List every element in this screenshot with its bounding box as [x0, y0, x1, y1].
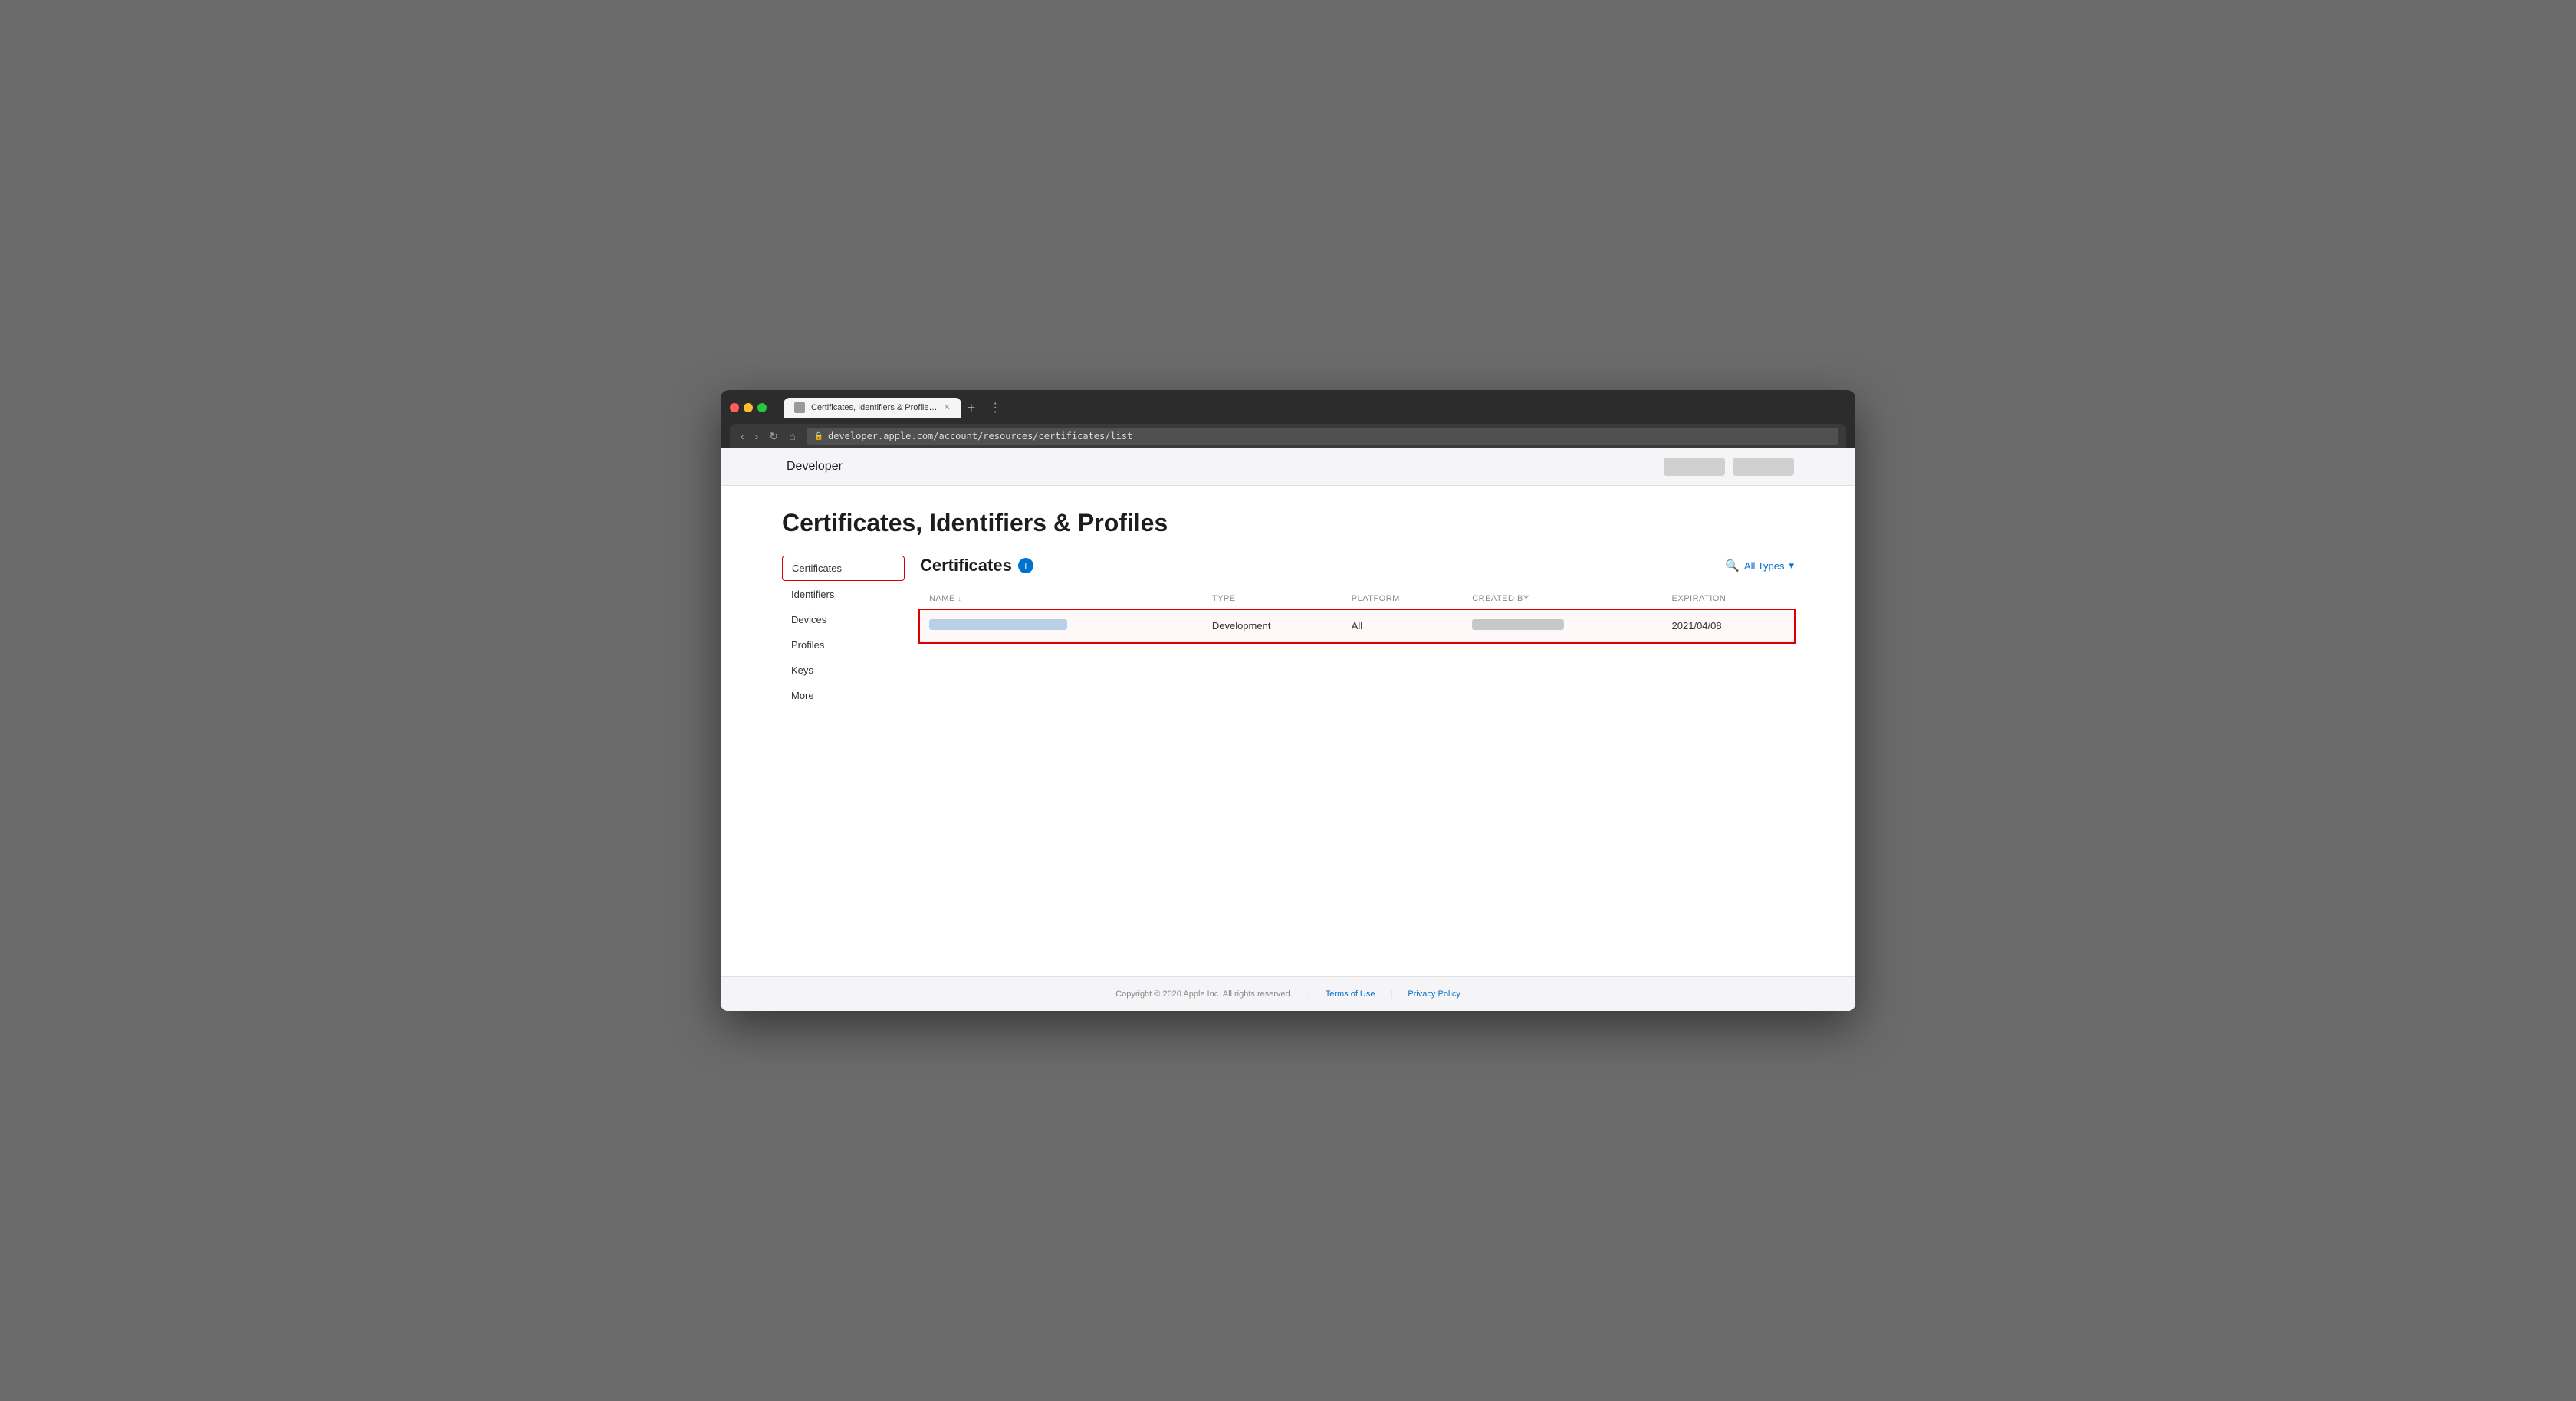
add-certificate-button[interactable]: + — [1018, 558, 1033, 573]
privacy-policy-link[interactable]: Privacy Policy — [1408, 989, 1460, 999]
sidebar-devices-label: Devices — [791, 614, 826, 625]
sidebar-item-keys[interactable]: Keys — [782, 658, 905, 682]
header-actions — [1664, 458, 1794, 476]
browser-chrome: Certificates, Identifiers & Profile… ✕ +… — [721, 390, 1855, 448]
cell-type: Development — [1203, 610, 1342, 642]
traffic-light-yellow[interactable] — [744, 403, 753, 412]
site-header: Developer — [721, 448, 1855, 486]
cell-name — [920, 610, 1203, 642]
footer-divider-2: | — [1391, 989, 1393, 999]
traffic-lights — [730, 403, 767, 412]
page-content: Developer Certificates, Identifiers & Pr… — [721, 448, 1855, 1011]
plus-icon: + — [1023, 560, 1029, 571]
panel-header: Certificates + 🔍 All Types ▾ — [920, 556, 1794, 576]
page-title: Certificates, Identifiers & Profiles — [782, 509, 1794, 537]
sidebar-item-more[interactable]: More — [782, 684, 905, 707]
col-platform-label: PLATFORM — [1352, 594, 1400, 603]
created-by-placeholder — [1472, 619, 1564, 630]
table-row[interactable]: Development All 2021/04/08 — [920, 610, 1794, 642]
sidebar-certificates-label: Certificates — [792, 563, 842, 574]
header-btn-2[interactable] — [1733, 458, 1794, 476]
traffic-light-red[interactable] — [730, 403, 739, 412]
traffic-light-green[interactable] — [757, 403, 767, 412]
panel-title: Certificates — [920, 556, 1012, 576]
forward-button[interactable]: › — [752, 428, 762, 444]
col-type-label: TYPE — [1212, 594, 1236, 603]
sidebar-item-certificates[interactable]: Certificates — [782, 556, 905, 581]
back-button[interactable]: ‹ — [738, 428, 748, 444]
tab-close-button[interactable]: ✕ — [943, 404, 950, 412]
expiration-value: 2021/04/08 — [1672, 620, 1722, 632]
home-button[interactable]: ⌂ — [786, 428, 798, 444]
search-icon[interactable]: 🔍 — [1725, 559, 1740, 573]
footer-divider-1: | — [1308, 989, 1310, 999]
col-created-by-label: CREATED BY — [1472, 594, 1529, 603]
cell-expiration: 2021/04/08 — [1663, 610, 1794, 642]
refresh-button[interactable]: ↻ — [766, 428, 781, 445]
sidebar: Certificates Identifiers Devices Profile… — [782, 556, 905, 709]
filter-label: All Types — [1744, 560, 1785, 572]
developer-label: Developer — [787, 460, 843, 474]
terms-of-use-link[interactable]: Terms of Use — [1326, 989, 1375, 999]
cell-created-by — [1463, 610, 1662, 642]
sidebar-more-label: More — [791, 690, 814, 701]
new-tab-button[interactable]: + — [963, 401, 981, 415]
sidebar-keys-label: Keys — [791, 664, 813, 676]
sidebar-identifiers-label: Identifiers — [791, 589, 834, 600]
table-header-row: NAME ↓ TYPE PLATFORM CREA — [920, 588, 1794, 610]
sidebar-profiles-label: Profiles — [791, 639, 824, 651]
filter-row[interactable]: 🔍 All Types ▾ — [1725, 559, 1794, 573]
active-tab[interactable]: Certificates, Identifiers & Profile… ✕ — [784, 398, 961, 418]
col-platform: PLATFORM — [1342, 588, 1463, 610]
url-text: developer.apple.com/account/resources/ce… — [828, 431, 1132, 441]
col-expiration: EXPIRATION — [1663, 588, 1794, 610]
browser-top-bar: Certificates, Identifiers & Profile… ✕ +… — [730, 398, 1846, 418]
certificates-table: NAME ↓ TYPE PLATFORM CREA — [920, 588, 1794, 642]
main-panel: Certificates + 🔍 All Types ▾ — [905, 556, 1794, 642]
copyright-text: Copyright © 2020 Apple Inc. All rights r… — [1116, 989, 1293, 999]
col-name: NAME ↓ — [920, 588, 1203, 610]
filter-arrow-icon: ▾ — [1789, 559, 1794, 572]
panel-title-row: Certificates + — [920, 556, 1033, 576]
lock-icon: 🔒 — [814, 432, 823, 441]
sidebar-item-identifiers[interactable]: Identifiers — [782, 582, 905, 606]
browser-menu-button[interactable]: ⋮ — [986, 399, 1004, 417]
apple-developer-logo: Developer — [782, 460, 843, 474]
cell-platform: All — [1342, 610, 1463, 642]
sidebar-item-profiles[interactable]: Profiles — [782, 633, 905, 657]
tab-favicon — [794, 402, 805, 413]
content-layout: Certificates Identifiers Devices Profile… — [782, 556, 1794, 709]
header-btn-1[interactable] — [1664, 458, 1725, 476]
browser-window: Certificates, Identifiers & Profile… ✕ +… — [721, 390, 1855, 1011]
address-bar[interactable]: 🔒 developer.apple.com/account/resources/… — [807, 428, 1838, 445]
address-bar-row: ‹ › ↻ ⌂ 🔒 developer.apple.com/account/re… — [730, 424, 1846, 448]
site-footer: Copyright © 2020 Apple Inc. All rights r… — [721, 976, 1855, 1011]
name-value-placeholder — [929, 619, 1067, 630]
sidebar-item-devices[interactable]: Devices — [782, 608, 905, 632]
type-value: Development — [1212, 620, 1271, 632]
tab-bar: Certificates, Identifiers & Profile… ✕ + — [784, 398, 980, 418]
col-expiration-label: EXPIRATION — [1672, 594, 1727, 603]
tab-title: Certificates, Identifiers & Profile… — [811, 403, 937, 412]
col-type: TYPE — [1203, 588, 1342, 610]
platform-value: All — [1352, 620, 1362, 632]
main-content: Certificates, Identifiers & Profiles Cer… — [721, 486, 1855, 976]
col-created-by: CREATED BY — [1463, 588, 1662, 610]
col-name-label: NAME — [929, 594, 955, 603]
sort-arrow-name: ↓ — [958, 595, 961, 602]
nav-buttons: ‹ › ↻ ⌂ — [738, 428, 799, 445]
